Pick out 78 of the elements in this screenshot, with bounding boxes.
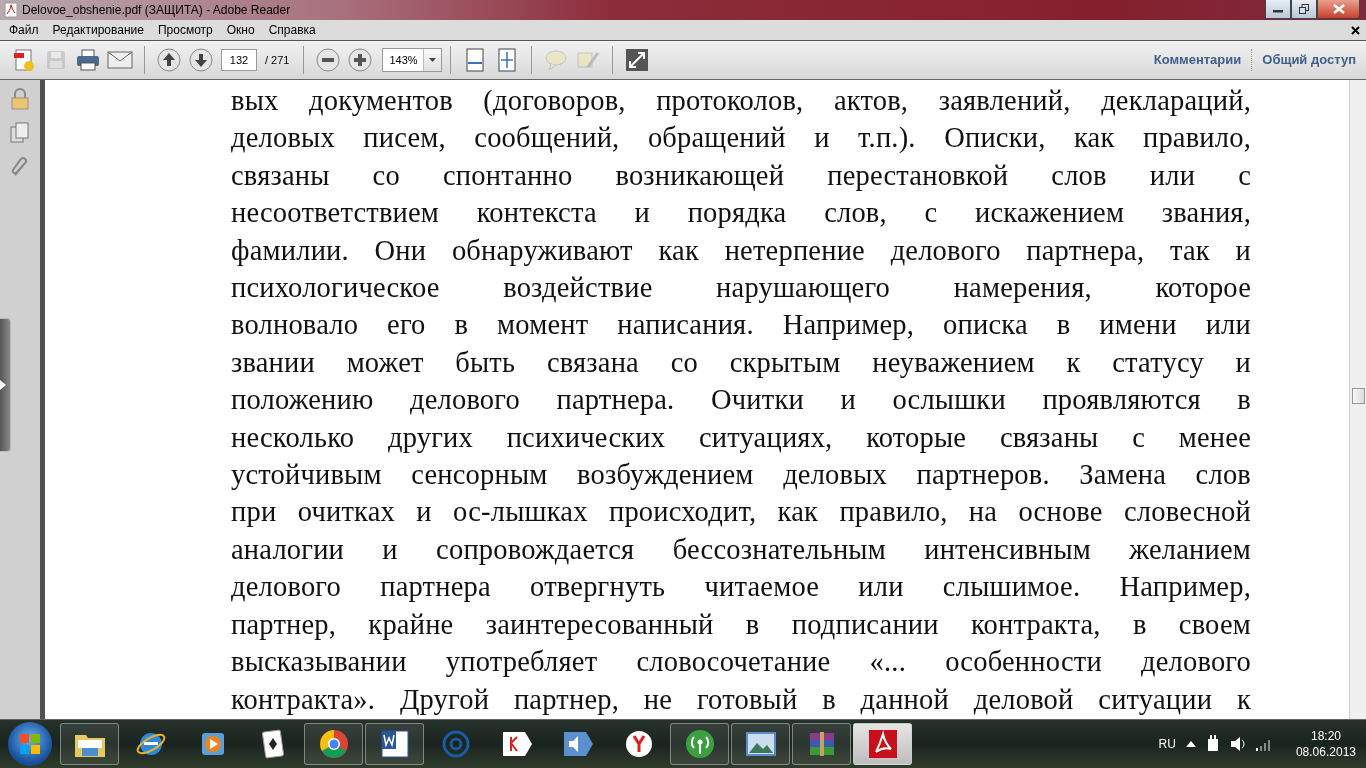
landscape-picture-icon <box>744 731 777 757</box>
y-circle-icon <box>623 729 654 759</box>
zoom-out-icon <box>316 48 341 72</box>
dropdown-button[interactable] <box>423 49 442 71</box>
text-line: партнер, крайне заинтересованный в подписании контракта, в своем <box>231 607 1251 642</box>
tag-icon <box>500 730 533 758</box>
text-line: при очитках и ос-лышках происходит, как правило, на основе словесной <box>231 495 1251 530</box>
triangle-icon <box>0 380 6 390</box>
signal-bars-icon[interactable] <box>1255 737 1272 751</box>
pane-toggle[interactable] <box>0 318 11 452</box>
up-caret-icon[interactable] <box>1185 741 1196 747</box>
taskbar-app-button[interactable] <box>304 723 363 765</box>
page-count: / 271 <box>265 54 290 66</box>
text-line: вых документов (договоров, протоколов, актов, заявлений, деклараций, <box>231 84 1251 118</box>
menu-item[interactable]: Окно <box>219 23 262 37</box>
taskbar-app-button[interactable] <box>731 723 790 765</box>
toolbar-link[interactable]: Комментарии <box>1143 49 1252 71</box>
menu-item[interactable]: Справка <box>261 23 323 37</box>
text-line: звании может быть связана со скрытым неуважением к статусу и <box>231 345 1251 380</box>
envelope-icon <box>107 51 133 69</box>
pages-icon[interactable] <box>10 122 30 144</box>
close-icon[interactable] <box>1351 25 1360 35</box>
speech-bubble-icon <box>544 49 569 71</box>
text-line: делового партнера отвергнуть читаемое или слышимое. Например, <box>231 570 1251 605</box>
taskbar-app-button[interactable] <box>670 723 729 765</box>
pdf-file-icon <box>4 2 18 18</box>
close-button[interactable] <box>1317 0 1360 19</box>
signal-tower-icon <box>684 729 715 759</box>
power-plug-icon[interactable] <box>1205 735 1220 753</box>
text-line: фамилии. Они обнаруживают как нетерпение делового партнера, так и <box>231 233 1251 268</box>
zoom-in-icon <box>348 48 373 72</box>
text-line: несколько других психических ситуациях, которые связаны с менее <box>231 420 1251 455</box>
restore-icon <box>1299 4 1309 14</box>
text-line: психологическое воздействие нарушающего намерения, которое <box>231 271 1251 306</box>
window-title: Delovoe_obshenie.pdf (ЗАЩИТА) - Adobe Reader <box>22 3 292 17</box>
text-line: аналогии и сопровождается бессознательным интенсивным желанием <box>231 532 1251 567</box>
fit-page-icon <box>496 48 519 72</box>
text-line: положению делового партнера. Очитки и ослышки проявляются в <box>231 383 1251 418</box>
text-pen-icon <box>576 49 601 71</box>
word-document-icon <box>379 729 410 759</box>
previous-page-button[interactable] <box>154 45 184 75</box>
text-line: несоответствием контекста и порядка слов, с искажением звания, <box>231 196 1251 231</box>
taskbar-app-button[interactable] <box>365 723 424 765</box>
paperclip-icon[interactable] <box>10 156 30 178</box>
expand-icon <box>625 48 650 72</box>
start-button[interactable] <box>8 722 52 766</box>
menu-item[interactable]: Файл <box>2 23 46 37</box>
pdf-icon <box>867 729 898 759</box>
restore-button[interactable] <box>1291 0 1317 19</box>
save-icon <box>45 49 67 71</box>
close-icon <box>1332 4 1345 14</box>
clock-date[interactable]: 08.06.2013 <box>1295 745 1356 759</box>
text-line: связаны со спонтанно возникающей перестановкой слов или с <box>231 158 1251 193</box>
speaker-icon <box>561 730 594 758</box>
windows-logo-icon <box>19 733 41 755</box>
clock-time[interactable]: 18:20 <box>1310 729 1341 743</box>
next-page-button[interactable] <box>186 45 216 75</box>
text-line: волновало его в момент написания. Например, описка в имени или <box>231 308 1251 343</box>
scroll-thumb[interactable] <box>1352 388 1365 404</box>
language-indicator[interactable]: RU <box>1158 737 1176 751</box>
zoom-field[interactable]: 143% <box>382 48 443 72</box>
page-number-field[interactable]: 132 <box>221 49 257 71</box>
text-line: контракта». Другой партнер, не готовый в данной деловой ситуации к <box>231 682 1251 717</box>
text-line: деловых писем, сообщений, обращений и т.п.). Описки, как правило, <box>231 121 1251 156</box>
text-line: устойчивым сенсорным возбуждением деловых партнеров. Замена слов <box>231 458 1251 493</box>
text-line: высказывании употребляет словосочетание «... особенности делового <box>231 645 1251 680</box>
menu-item[interactable]: Просмотр <box>150 23 220 37</box>
print-icon <box>76 49 100 71</box>
playing-card-icon <box>260 729 285 759</box>
toolbar-link[interactable]: Общий доступ <box>1251 49 1366 71</box>
fit-width-icon <box>464 48 487 72</box>
minimize-button[interactable] <box>1265 0 1291 19</box>
taskbar-app-button[interactable] <box>60 723 119 765</box>
scroll-bar[interactable] <box>1349 80 1366 719</box>
menu-item[interactable]: Редактирование <box>45 23 151 37</box>
chrome-icon <box>318 729 349 759</box>
caret-icon <box>429 58 437 62</box>
volume-icon[interactable] <box>1229 736 1246 752</box>
